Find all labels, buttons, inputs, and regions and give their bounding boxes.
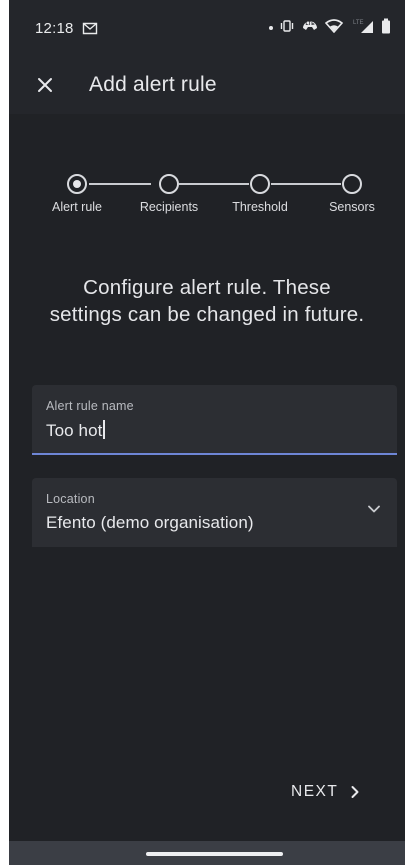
phone-screen: 12:18 LTE LTE Add alert rule Alert rule … <box>9 0 405 865</box>
instruction-line-2: settings can be changed in future. <box>49 303 365 326</box>
chevron-down-icon[interactable] <box>367 504 381 514</box>
step-indicator-threshold[interactable] <box>250 174 270 194</box>
mail-icon <box>82 22 98 35</box>
status-icons: LTE LTE <box>269 18 391 38</box>
location-value: Efento (demo organisation) <box>46 513 254 532</box>
alert-rule-name-value: Too hot <box>46 421 103 440</box>
status-time: 12:18 <box>35 19 74 37</box>
step-indicator-alert-rule[interactable] <box>67 174 87 194</box>
notification-dot-icon <box>269 26 273 30</box>
battery-icon <box>381 18 391 38</box>
location-label: Location <box>46 492 95 506</box>
svg-text:LTE: LTE <box>305 21 315 27</box>
step-connector <box>179 183 249 185</box>
lte-signal-icon: LTE <box>349 18 375 38</box>
status-bar: 12:18 LTE LTE <box>9 0 405 56</box>
chevron-right-icon <box>351 786 359 798</box>
home-handle[interactable] <box>146 852 283 856</box>
next-button[interactable]: NEXT <box>279 772 372 812</box>
alert-rule-name-field[interactable]: Alert rule name Too hot <box>32 385 397 455</box>
step-label-recipients[interactable]: Recipients <box>140 200 198 214</box>
vibrate-icon <box>279 19 295 37</box>
instruction-text: Configure alert rule. These settings can… <box>9 274 405 328</box>
step-connector <box>271 183 341 185</box>
volte-call-icon: LTE <box>301 18 319 38</box>
main-content: Alert rule Recipients Threshold Sensors … <box>9 114 405 841</box>
svg-text:LTE: LTE <box>353 20 364 26</box>
app-bar: Add alert rule <box>9 56 405 114</box>
close-icon <box>38 78 52 92</box>
location-select[interactable]: Location Efento (demo organisation) <box>32 478 397 547</box>
step-label-sensors[interactable]: Sensors <box>329 200 375 214</box>
next-button-label: NEXT <box>291 783 339 800</box>
step-label-threshold[interactable]: Threshold <box>232 200 288 214</box>
system-nav-bar <box>9 841 405 865</box>
step-connector <box>89 183 151 185</box>
alert-rule-name-input[interactable]: Too hot <box>46 420 105 441</box>
step-label-alert-rule[interactable]: Alert rule <box>52 200 102 214</box>
alert-rule-name-label: Alert rule name <box>46 399 134 413</box>
instruction-line-1: Configure alert rule. These <box>83 276 331 299</box>
page-title: Add alert rule <box>89 73 217 96</box>
close-button[interactable] <box>21 61 69 109</box>
step-indicator-recipients[interactable] <box>159 174 179 194</box>
step-indicator-sensors[interactable] <box>342 174 362 194</box>
text-cursor <box>103 420 105 439</box>
progress-stepper: Alert rule Recipients Threshold Sensors <box>9 172 405 222</box>
wifi-icon <box>324 19 344 37</box>
